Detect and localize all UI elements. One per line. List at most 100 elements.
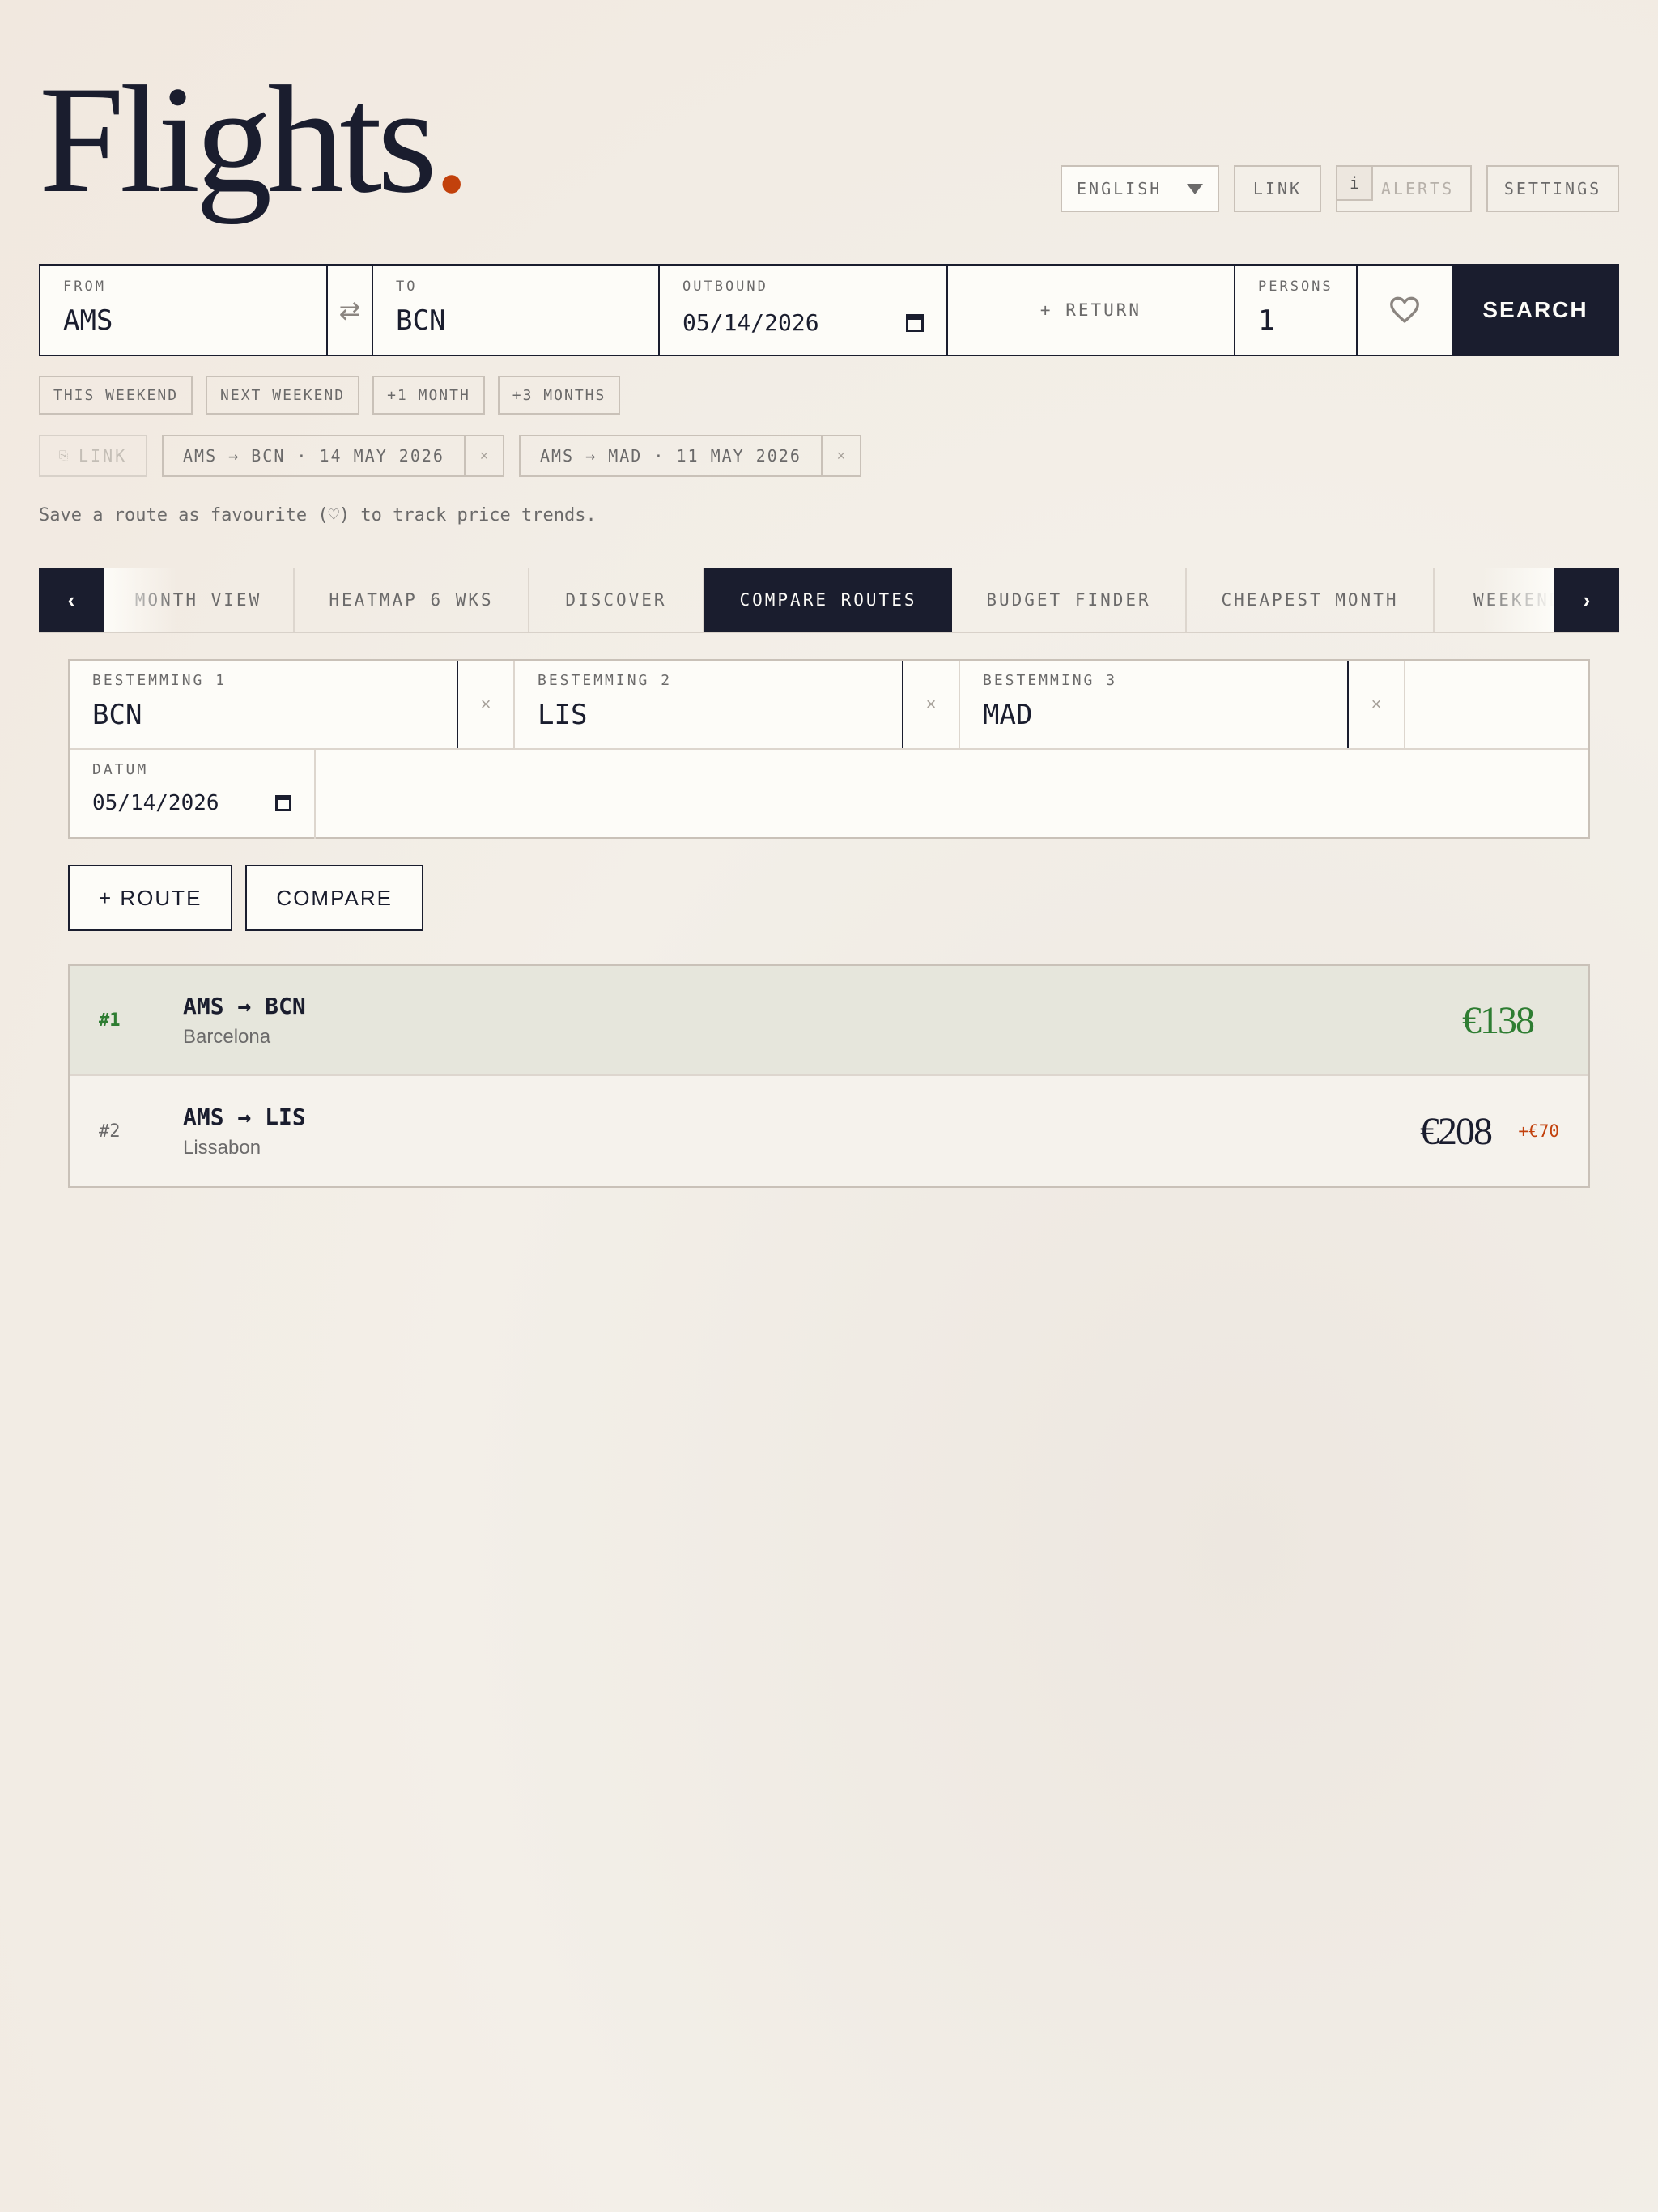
date-row: DATUM 05/14/2026 [70,750,1588,839]
tab-month-view[interactable]: MONTH VIEW [104,568,295,632]
chip-this-weekend[interactable]: THIS WEEKEND [39,376,193,415]
result-rank: #1 [99,1010,121,1031]
destination-field-1[interactable]: BESTEMMING 1 BCN [70,661,458,748]
chip-next-weekend[interactable]: NEXT WEEKEND [206,376,360,415]
from-label: FROM [63,279,106,295]
close-icon: × [1371,694,1382,714]
tab-budget-finder[interactable]: BUDGET FINDER [952,568,1187,632]
close-icon[interactable]: × [463,436,503,475]
close-icon: × [925,694,937,714]
outbound-date-input[interactable]: 05/14/2026 [682,309,924,336]
tabs-prev-button[interactable]: ‹ [39,568,104,632]
outbound-date-value: 05/14/2026 [682,309,819,336]
chip-plus-1-month[interactable]: +1 MONTH [372,376,485,415]
persons-field[interactable]: PERSONS 1 [1235,266,1358,355]
result-info: AMS → BCN Barcelona [183,993,306,1049]
top-toolbar: ENGLISH LINK i ALERTS SETTINGS [1061,165,1619,212]
destination-label: BESTEMMING 1 [92,672,227,689]
saved-link-label: LINK [79,446,128,466]
app-logo: Flights. [39,63,470,217]
saved-route-chip[interactable]: AMS → MAD · 11 MAY 2026 × [518,435,861,477]
to-label: TO [396,279,418,295]
add-route-button[interactable]: + ROUTE [68,865,233,931]
tab-cheapest-month[interactable]: CHEAPEST MONTH [1187,568,1435,632]
tabs-next-button[interactable]: › [1554,568,1619,632]
chevron-down-icon [1187,183,1203,194]
settings-button[interactable]: SETTINGS [1486,165,1619,212]
destinations-row: BESTEMMING 1 BCN × BESTEMMING 2 LIS × BE… [70,661,1588,750]
alerts-label: ALERTS [1380,179,1455,198]
destination-input[interactable]: LIS [538,699,879,731]
compare-panel: BESTEMMING 1 BCN × BESTEMMING 2 LIS × BE… [68,659,1590,839]
tabs-track: MONTH VIEW HEATMAP 6 WKS DISCOVER COMPAR… [104,568,1554,632]
destination-field-3[interactable]: BESTEMMING 3 MAD [960,661,1349,748]
remove-destination-3[interactable]: × [1349,661,1405,748]
compare-date-value: 05/14/2026 [92,791,219,815]
result-price-diff: +€70 [1518,1121,1559,1141]
compare-results: #1 AMS → BCN Barcelona €138 #2 AMS → LIS… [68,964,1590,1188]
outbound-field[interactable]: OUTBOUND 05/14/2026 [660,266,948,355]
saved-routes: ⎘ LINK AMS → BCN · 14 MAY 2026 × AMS → M… [39,435,861,477]
remove-destination-1[interactable]: × [458,661,515,748]
from-field[interactable]: FROM AMS [40,266,328,355]
outbound-label: OUTBOUND [682,279,768,295]
persons-input[interactable]: 1 [1258,304,1333,337]
destination-label: BESTEMMING 2 [538,672,673,689]
result-row[interactable]: #1 AMS → BCN Barcelona €138 [70,966,1588,1076]
chip-plus-3-months[interactable]: +3 MONTHS [497,376,621,415]
language-value: ENGLISH [1077,179,1163,198]
heart-icon [1390,296,1419,323]
result-route: AMS → LIS [183,1103,306,1130]
logo-text: Flights [39,55,437,225]
tab-weekend[interactable]: WEEKEND [1435,568,1554,632]
result-route: AMS → BCN [183,992,306,1019]
result-price: €138 [1462,998,1535,1042]
calendar-icon[interactable] [906,313,924,332]
compare-actions: + ROUTE COMPARE [68,865,423,931]
compare-button[interactable]: COMPARE [245,865,423,931]
result-row[interactable]: #2 AMS → LIS Lissabon €208 +€70 [70,1076,1588,1186]
favourite-hint: Save a route as favourite (♡) to track p… [39,505,597,525]
compare-date-input[interactable]: 05/14/2026 [92,791,291,815]
copy-icon: ⎘ [58,449,71,462]
saved-route-label: AMS → BCN · 14 MAY 2026 [183,446,444,466]
alerts-button[interactable]: i ALERTS [1336,165,1472,212]
chevron-right-icon: › [1583,587,1591,612]
tab-compare-routes[interactable]: COMPARE ROUTES [704,568,952,632]
saved-route-chip[interactable]: AMS → BCN · 14 MAY 2026 × [162,435,504,477]
compare-date-field[interactable]: DATUM 05/14/2026 [70,750,316,839]
result-rank: #2 [99,1121,121,1142]
destination-input[interactable]: BCN [92,699,434,731]
result-city: Barcelona [183,1025,271,1048]
search-form: FROM AMS ⇄ TO BCN OUTBOUND 05/14/2026 + … [39,264,1619,356]
chevron-left-icon: ‹ [67,587,75,612]
remove-destination-2[interactable]: × [903,661,960,748]
swap-icon: ⇄ [338,296,361,325]
language-select[interactable]: ENGLISH [1061,165,1219,212]
close-icon[interactable]: × [820,436,860,475]
to-field[interactable]: TO BCN [373,266,660,355]
logo-dot: . [432,55,470,225]
close-icon: × [480,694,491,714]
tab-heatmap[interactable]: HEATMAP 6 WKS [295,568,529,632]
destination-input[interactable]: MAD [983,699,1324,731]
favourite-button[interactable] [1358,266,1453,355]
result-price: €208 [1420,1109,1493,1153]
swap-button[interactable]: ⇄ [328,266,373,355]
search-button[interactable]: SEARCH [1453,266,1618,355]
destination-label: BESTEMMING 3 [983,672,1118,689]
from-input[interactable]: AMS [63,304,304,337]
info-icon: i [1336,165,1373,201]
tab-discover[interactable]: DISCOVER [529,568,704,632]
calendar-icon[interactable] [275,795,291,811]
add-return-button[interactable]: + RETURN [948,266,1235,355]
result-info: AMS → LIS Lissabon [183,1104,306,1159]
saved-route-label: AMS → MAD · 11 MAY 2026 [539,446,801,466]
saved-link-button[interactable]: ⎘ LINK [39,435,147,477]
result-city: Lissabon [183,1136,261,1159]
to-input[interactable]: BCN [396,304,636,337]
date-label: DATUM [92,761,149,778]
destination-field-2[interactable]: BESTEMMING 2 LIS [515,661,903,748]
quick-date-chips: THIS WEEKEND NEXT WEEKEND +1 MONTH +3 MO… [39,376,621,415]
link-button[interactable]: LINK [1234,165,1321,212]
